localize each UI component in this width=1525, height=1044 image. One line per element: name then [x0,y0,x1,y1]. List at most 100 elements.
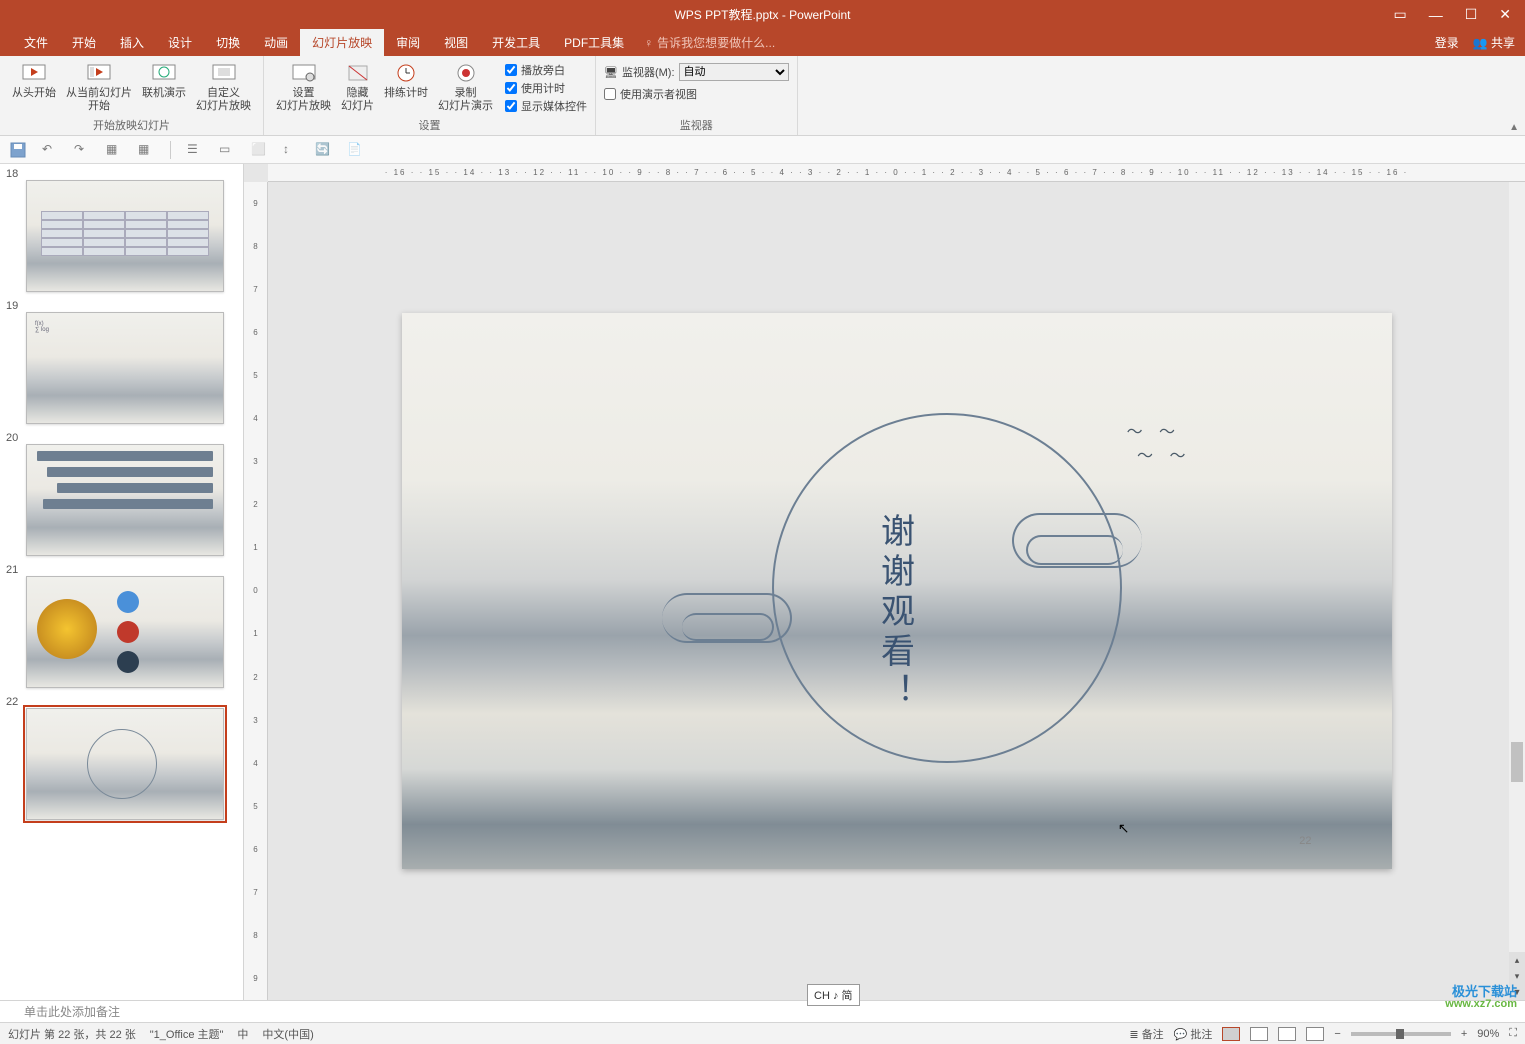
reading-view-icon[interactable] [1278,1027,1296,1041]
separator [170,141,171,159]
show-media-controls-checkbox[interactable]: 显示媒体控件 [505,97,587,115]
edit-area: · 16 · · 15 · · 14 · · 13 · · 12 · · 11 … [244,164,1525,1000]
login-button[interactable]: 登录 [1435,34,1459,51]
tab-view[interactable]: 视图 [432,29,480,56]
language-indicator[interactable]: 中文(中国) [262,1026,313,1042]
slide-counter: 幻灯片 第 22 张，共 22 张 [8,1026,136,1042]
thumb-19[interactable]: 19f(x)∑ log [4,300,237,424]
vertical-ruler: 9876543210123456789 [244,182,268,1000]
hide-slide-button[interactable]: 隐藏 幻灯片 [337,59,378,117]
record-slideshow-button[interactable]: 录制 幻灯片演示 [434,59,497,117]
slide-thumbnail-pane[interactable]: 18 19f(x)∑ log 20 21 22 [0,164,244,1000]
thumb-21[interactable]: 21 [4,564,237,688]
tell-me[interactable]: ♀告诉我您想要做什么... [644,34,775,51]
play-from-current-icon [87,61,111,85]
scrollbar-thumb[interactable] [1511,742,1523,782]
thumb-22[interactable]: 22 [4,696,237,820]
presenter-view-checkbox[interactable]: 使用演示者视图 [604,85,697,103]
thumb-18[interactable]: 18 [4,168,237,292]
tab-design[interactable]: 设计 [156,29,204,56]
qat-icon-11[interactable]: 📄 [347,142,363,158]
present-online-button[interactable]: 联机演示 [138,59,190,117]
tab-insert[interactable]: 插入 [108,29,156,56]
from-beginning-button[interactable]: 从头开始 [8,59,60,117]
qat-icon-4[interactable]: ▦ [106,142,122,158]
sorter-view-icon[interactable] [1250,1027,1268,1041]
ribbon-group-start: 从头开始 从当前幻灯片 开始 联机演示 自定义 幻灯片放映 开始放映幻灯片 [0,56,264,135]
notes-pane[interactable]: 单击此处添加备注 [0,1000,1525,1022]
save-icon[interactable] [10,142,26,158]
use-timings-checkbox[interactable]: 使用计时 [505,79,587,97]
rehearse-timings-button[interactable]: 排练计时 [380,59,432,117]
tab-pdf[interactable]: PDF工具集 [552,29,636,56]
redo-icon[interactable]: ↷ [74,142,90,158]
tab-transitions[interactable]: 切换 [204,29,252,56]
menubar: 文件 开始 插入 设计 切换 动画 幻灯片放映 审阅 视图 开发工具 PDF工具… [0,29,1525,56]
ribbon-group-setup: 设置 幻灯片放映 隐藏 幻灯片 排练计时 录制 幻灯片演示 播放旁白 使用计时 … [264,56,596,135]
fit-window-icon[interactable]: ⛶ [1509,1027,1517,1040]
comments-button[interactable]: 💬 批注 [1174,1026,1213,1042]
record-icon [454,61,478,85]
qat-icon-6[interactable]: ☰ [187,142,203,158]
tab-file[interactable]: 文件 [12,29,60,56]
collapse-ribbon-icon[interactable]: ▲ [1509,122,1519,133]
vertical-scrollbar[interactable]: ▴ ▾ ▼ [1509,182,1525,1000]
slide-canvas[interactable]: 〜 〜 〜 〜 谢谢观看！ 22 ↖ [268,182,1525,1000]
group-label: 设置 [419,117,441,135]
next-slide-icon[interactable]: ▾ [1509,968,1525,984]
window-controls: ▭ — ☐ ✕ [1379,0,1525,29]
thumb-20[interactable]: 20 [4,432,237,556]
slide-page-number: 22 [1299,835,1311,847]
zoom-slider[interactable] [1351,1032,1451,1036]
theme-name: "1_Office 主题" [150,1026,224,1042]
setup-slideshow-button[interactable]: 设置 幻灯片放映 [272,59,335,117]
qat-icon-8[interactable]: ⬜ [251,142,267,158]
group-label: 监视器 [680,117,713,135]
custom-slideshow-button[interactable]: 自定义 幻灯片放映 [192,59,255,117]
qat-icon-5[interactable]: ▦ [138,142,154,158]
bulb-icon: ♀ [644,36,653,50]
zoom-thumb[interactable] [1396,1029,1404,1039]
hide-slide-icon [346,61,370,85]
prev-slide-icon[interactable]: ▴ [1509,952,1525,968]
mouse-cursor-icon: ↖ [1118,820,1130,837]
custom-show-icon [212,61,236,85]
slideshow-view-icon[interactable] [1306,1027,1324,1041]
tab-slideshow[interactable]: 幻灯片放映 [300,29,384,56]
group-label: 开始放映幻灯片 [93,117,170,135]
monitor-icon: 🖥 [604,66,618,79]
qat-icon-9[interactable]: ↕ [283,142,299,158]
cloud-right-icon [1012,513,1142,568]
notes-button[interactable]: ≣ 备注 [1129,1026,1163,1042]
ribbon-options-icon[interactable]: ▭ [1393,6,1406,23]
birds-icon: 〜 〜 〜 〜 [1127,418,1192,466]
close-icon[interactable]: ✕ [1499,6,1511,23]
minimize-icon[interactable]: — [1429,7,1443,23]
tab-animations[interactable]: 动画 [252,29,300,56]
tab-home[interactable]: 开始 [60,29,108,56]
share-button[interactable]: 👥 共享 [1473,34,1515,51]
from-current-button[interactable]: 从当前幻灯片 开始 [62,59,136,117]
tab-review[interactable]: 审阅 [384,29,432,56]
qat-icon-7[interactable]: ▭ [219,142,235,158]
window-title: WPS PPT教程.pptx - PowerPoint [674,6,850,23]
titlebar: WPS PPT教程.pptx - PowerPoint ▭ — ☐ ✕ [0,0,1525,29]
play-narrations-checkbox[interactable]: 播放旁白 [505,61,587,79]
tab-developer[interactable]: 开发工具 [480,29,552,56]
normal-view-icon[interactable] [1222,1027,1240,1041]
workspace: 18 19f(x)∑ log 20 21 22 · 16 · · 15 · · … [0,164,1525,1000]
slide-title-text[interactable]: 谢谢观看！ [870,513,919,713]
cloud-left-icon [662,593,792,643]
monitor-select[interactable]: 自动 [679,63,789,81]
clock-icon [394,61,418,85]
maximize-icon[interactable]: ☐ [1465,6,1478,23]
ime-indicator[interactable]: CH ♪ 简 [807,984,860,1006]
undo-icon[interactable]: ↶ [42,142,58,158]
lang-short[interactable]: 中 [237,1026,248,1042]
statusbar: 幻灯片 第 22 张，共 22 张 "1_Office 主题" 中 中文(中国)… [0,1022,1525,1044]
horizontal-ruler: · 16 · · 15 · · 14 · · 13 · · 12 · · 11 … [268,164,1525,182]
current-slide[interactable]: 〜 〜 〜 〜 谢谢观看！ 22 ↖ [402,313,1392,869]
qat-icon-10[interactable]: 🔄 [315,142,331,158]
ribbon-group-monitors: 🖥 监视器(M): 自动 使用演示者视图 监视器 [596,56,798,135]
play-from-start-icon [22,61,46,85]
